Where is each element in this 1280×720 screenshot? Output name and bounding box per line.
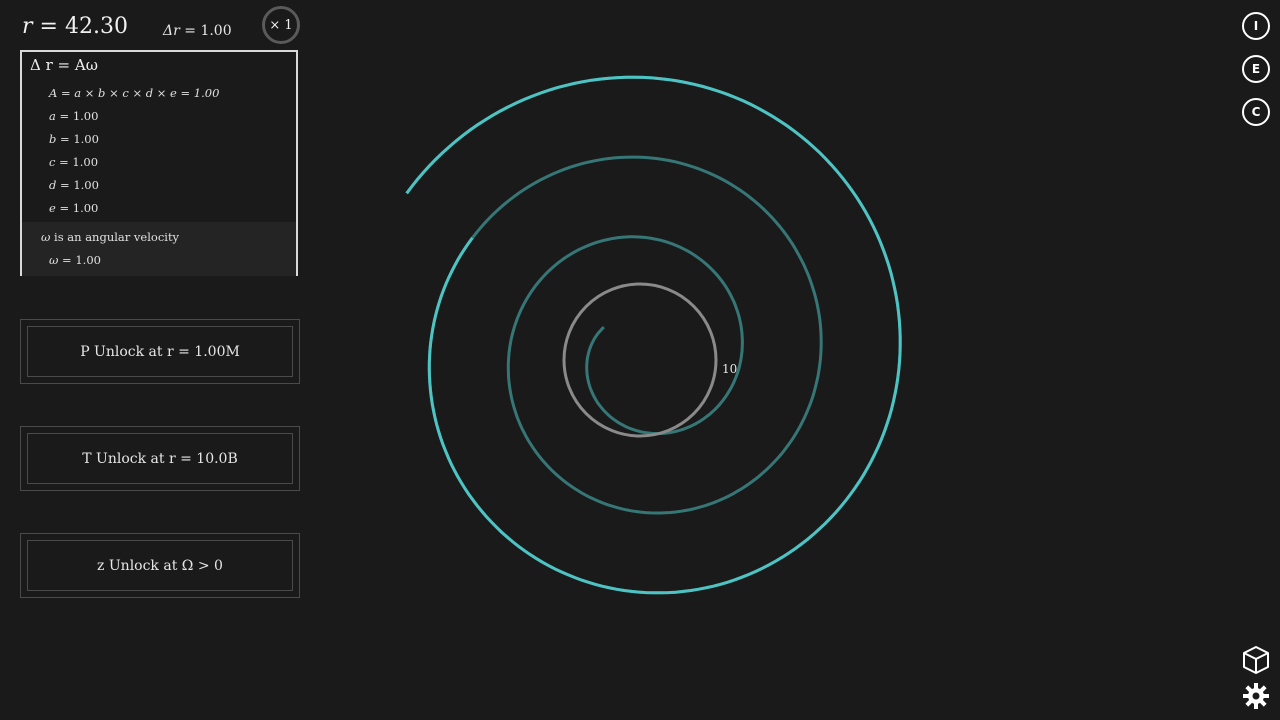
gear-icon[interactable] <box>1242 682 1270 710</box>
e-icon: E <box>1251 62 1261 76</box>
spiral-path <box>405 75 902 595</box>
e-button[interactable]: E <box>1242 55 1270 83</box>
c-button[interactable]: C <box>1242 98 1270 126</box>
spiral-inner-path <box>405 75 902 595</box>
spiral-canvas: 10 <box>405 75 902 595</box>
info-icon: I <box>1253 19 1259 33</box>
info-button[interactable]: I <box>1242 12 1270 40</box>
cube-icon[interactable] <box>1240 644 1272 676</box>
c-icon: C <box>1251 105 1261 119</box>
ring-marker-label: 10 <box>722 362 737 376</box>
